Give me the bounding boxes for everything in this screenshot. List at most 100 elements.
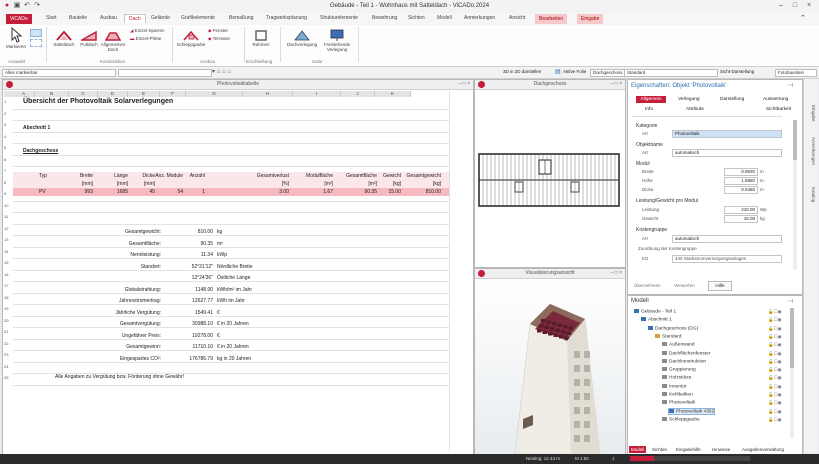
- visibility-toggle-icons[interactable]: 🔓☐◉: [768, 334, 782, 340]
- row-number[interactable]: 10: [4, 203, 12, 208]
- column-header[interactable]: H: [243, 91, 293, 97]
- scale-status[interactable]: M 1:50: [575, 456, 589, 461]
- table-cell[interactable]: PV: [39, 189, 46, 195]
- table-cell[interactable]: [mm]: [117, 181, 128, 187]
- tab-eingabehilfe[interactable]: Eingabehilfe: [674, 446, 703, 453]
- layer-combo[interactable]: Alles markierbar: [2, 69, 116, 77]
- table-cell[interactable]: 15.00: [388, 189, 401, 195]
- visibility-toggle-icons[interactable]: 🔓☐◉: [768, 392, 782, 398]
- table-cell[interactable]: Typ: [39, 173, 47, 179]
- row-number[interactable]: 3: [4, 122, 12, 127]
- table-cell[interactable]: [m²]: [324, 181, 333, 187]
- table-cell[interactable]: [%]: [282, 181, 289, 187]
- tab-modell[interactable]: Modell: [437, 15, 452, 21]
- table-cell[interactable]: Gesamtfläche: [346, 173, 377, 179]
- row-number[interactable]: 2: [4, 111, 12, 116]
- verwerfen-button[interactable]: Verwerfen: [674, 283, 695, 288]
- kostengruppe-art-select[interactable]: automatisch: [672, 235, 782, 243]
- summary-value[interactable]: 11.34: [201, 252, 213, 258]
- table-cell[interactable]: 54: [177, 189, 183, 195]
- side-tab-eingabe[interactable]: Eingabe: [811, 105, 816, 122]
- tab-gelaende[interactable]: Gelände: [151, 15, 170, 21]
- tab-ausbau[interactable]: Ausbau: [100, 15, 117, 21]
- table-cell[interactable]: [kg]: [393, 181, 401, 187]
- select-mode-icon[interactable]: [30, 29, 42, 37]
- row-number[interactable]: 25: [4, 375, 12, 380]
- summary-value[interactable]: 1549.41: [195, 310, 213, 316]
- row-number[interactable]: 9: [4, 191, 12, 196]
- tab-modell[interactable]: Modell: [629, 446, 647, 453]
- visibility-toggle-icons[interactable]: 🔓☐◉: [768, 375, 782, 381]
- allgemeines-dach-button[interactable]: Allgemeines Dach: [100, 29, 126, 52]
- tree-item[interactable]: Photovoltaik: [662, 400, 695, 406]
- row-number[interactable]: 21: [4, 329, 12, 334]
- fenster-button[interactable]: ◆ Fenster: [208, 28, 228, 34]
- tab-verlegung[interactable]: Verlegung: [678, 97, 700, 102]
- dicke-field[interactable]: 0.0450: [724, 186, 758, 194]
- table-cell[interactable]: [m²]: [368, 181, 377, 187]
- visibility-toggle-icons[interactable]: 🔓☐◉: [768, 309, 782, 315]
- row-number[interactable]: 17: [4, 283, 12, 288]
- visibility-toggle-icons[interactable]: 🔓☐◉: [768, 409, 782, 415]
- tab-anmerkungen[interactable]: Anmerkungen: [464, 15, 495, 21]
- tab-ansicht[interactable]: Ansicht: [509, 15, 525, 21]
- pultdach-button[interactable]: Pultdach: [78, 29, 100, 47]
- tab-allgemein[interactable]: Allgemein: [636, 96, 666, 103]
- summary-value[interactable]: 19278.00: [192, 333, 213, 339]
- visibility-toggle-icons[interactable]: 🔓☐◉: [768, 359, 782, 365]
- table-cell[interactable]: 3.00: [279, 189, 289, 195]
- side-tab-katalog[interactable]: Katalog: [811, 187, 816, 202]
- table-cell[interactable]: 1: [202, 189, 205, 195]
- panel-window-buttons[interactable]: – □ ×: [611, 80, 623, 89]
- table-cell[interactable]: Gesamtverlust: [257, 173, 289, 179]
- row-number[interactable]: 6: [4, 157, 12, 162]
- mode-3d-toggle[interactable]: 3D in 2D darstellen: [503, 69, 541, 74]
- tree-item[interactable]: Holzstütze: [662, 375, 691, 381]
- close-button[interactable]: ×: [803, 1, 815, 11]
- hoehe-field[interactable]: 1.6850: [724, 177, 758, 185]
- summary-value[interactable]: 11710.10: [193, 344, 213, 350]
- table-cell[interactable]: [mm]: [82, 181, 93, 187]
- tab-start[interactable]: Start: [46, 15, 57, 21]
- tab-bemassung[interactable]: Bemaßung: [229, 15, 253, 21]
- tree-item[interactable]: Abschnitt 1: [641, 317, 672, 323]
- column-header[interactable]: J: [341, 91, 375, 97]
- visibility-toggle-icons[interactable]: 🔓☐◉: [768, 342, 782, 348]
- table-cell[interactable]: Länge: [114, 173, 128, 179]
- row-number[interactable]: 12: [4, 226, 12, 231]
- row-number[interactable]: 22: [4, 341, 12, 346]
- visibility-toggle-icons[interactable]: 🔓☐◉: [768, 317, 782, 323]
- tab-attribute[interactable]: Attribute: [686, 107, 704, 112]
- column-header[interactable]: K: [375, 91, 411, 97]
- visibility-toggle-icons[interactable]: 🔓☐◉: [768, 367, 782, 373]
- row-number[interactable]: 14: [4, 249, 12, 254]
- table-cell[interactable]: [mm]: [144, 181, 155, 187]
- layers-icon[interactable]: ▤: [555, 68, 561, 75]
- tab-bauteile[interactable]: Bauteile: [69, 15, 87, 21]
- panel-window-buttons[interactable]: – □ ×: [459, 80, 471, 89]
- tree-item[interactable]: Photovoltaik 4302: [667, 407, 716, 415]
- table-cell[interactable]: [kg]: [433, 181, 441, 187]
- freistehende-verlegung-button[interactable]: Freistehende Verlegung: [320, 29, 354, 52]
- tab-bewehrung[interactable]: Bewehrung: [372, 15, 397, 21]
- table-cell[interactable]: Modulfläche: [306, 173, 333, 179]
- hilfe-button[interactable]: Hilfe: [708, 281, 732, 291]
- tab-info[interactable]: Info: [645, 107, 653, 112]
- tab-sichten[interactable]: Sichten: [408, 15, 425, 21]
- tab-grafikelemente[interactable]: Grafikelemente: [181, 15, 215, 21]
- tab-vicado[interactable]: ViCADo: [6, 14, 32, 24]
- tree-item[interactable]: Außenwand: [662, 342, 695, 347]
- tab-sichtbarkeit[interactable]: Sichtbarkeit: [766, 107, 791, 112]
- column-header[interactable]: A: [13, 91, 35, 97]
- tab-dach[interactable]: Dach: [124, 14, 146, 23]
- row-number[interactable]: 11: [4, 214, 12, 219]
- row-number[interactable]: 23: [4, 352, 12, 357]
- tab-darstellung[interactable]: Darstellung: [720, 97, 744, 102]
- column-header[interactable]: G: [186, 91, 243, 97]
- satteldach-button[interactable]: Satteldach: [50, 29, 78, 47]
- building-3d-render[interactable]: [475, 279, 625, 454]
- pin-icon[interactable]: ⊣: [788, 82, 793, 89]
- kg-field[interactable]: 440 Starkstromversorgungsanlagen: [672, 255, 782, 263]
- dachverlegung-button[interactable]: Dachverlegung: [284, 29, 320, 47]
- summary-value[interactable]: 52°31'12": [192, 264, 213, 270]
